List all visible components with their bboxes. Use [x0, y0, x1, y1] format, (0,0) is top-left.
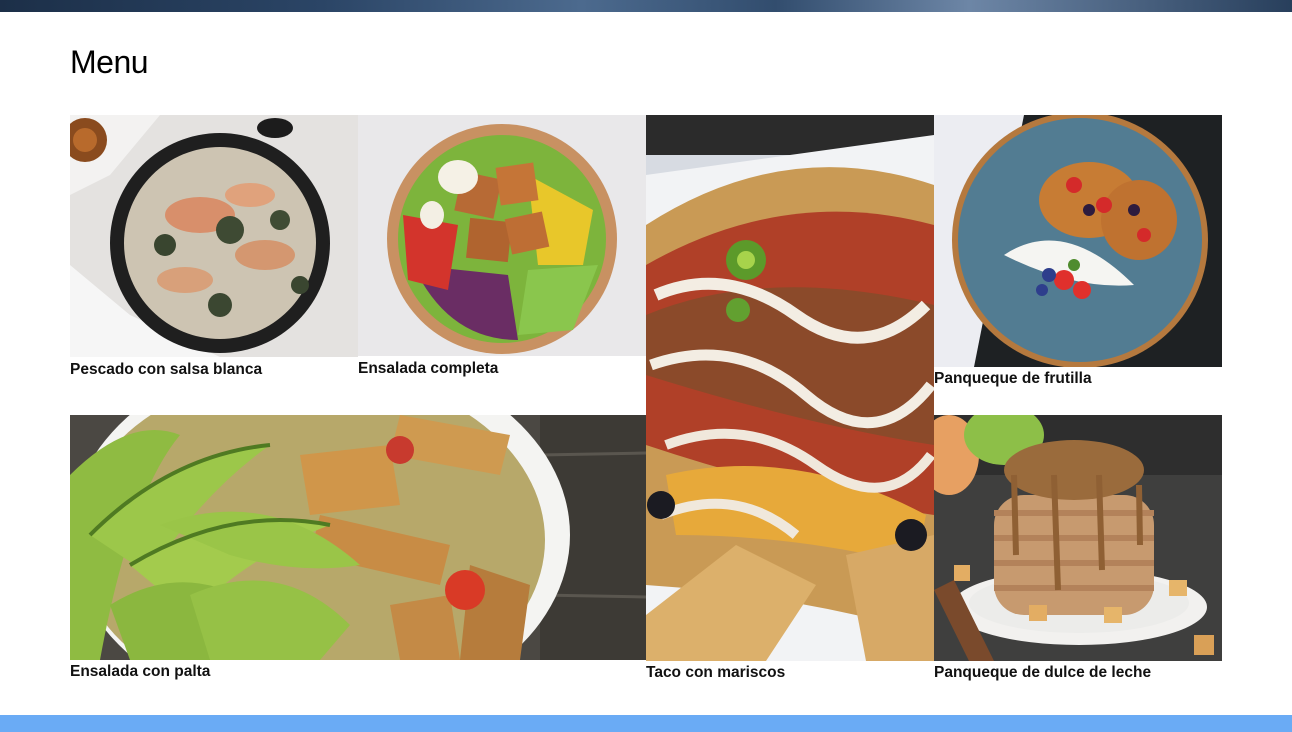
menu-item-label[interactable]: Taco con mariscos — [646, 664, 785, 682]
menu-item-image-ensalada-palta[interactable] — [70, 415, 646, 660]
menu-item-label[interactable]: Ensalada con palta — [70, 663, 210, 681]
footer-bar — [0, 715, 1292, 732]
menu-item-image-panqueque-dulce-de-leche[interactable] — [934, 415, 1222, 661]
menu-item-image-panqueque-frutilla[interactable] — [934, 115, 1222, 367]
header-banner-image — [0, 0, 1292, 12]
menu-item-label[interactable]: Ensalada completa — [358, 360, 498, 378]
menu-item-image-taco[interactable] — [646, 115, 934, 661]
menu-item-image-ensalada-completa[interactable] — [358, 115, 646, 356]
menu-item-label[interactable]: Panqueque de dulce de leche — [934, 664, 1151, 682]
menu-item-label[interactable]: Pescado con salsa blanca — [70, 361, 262, 379]
menu-item-label[interactable]: Panqueque de frutilla — [934, 370, 1092, 388]
menu-item-image-pescado[interactable] — [70, 115, 358, 357]
page-title: Menu — [70, 44, 149, 80]
